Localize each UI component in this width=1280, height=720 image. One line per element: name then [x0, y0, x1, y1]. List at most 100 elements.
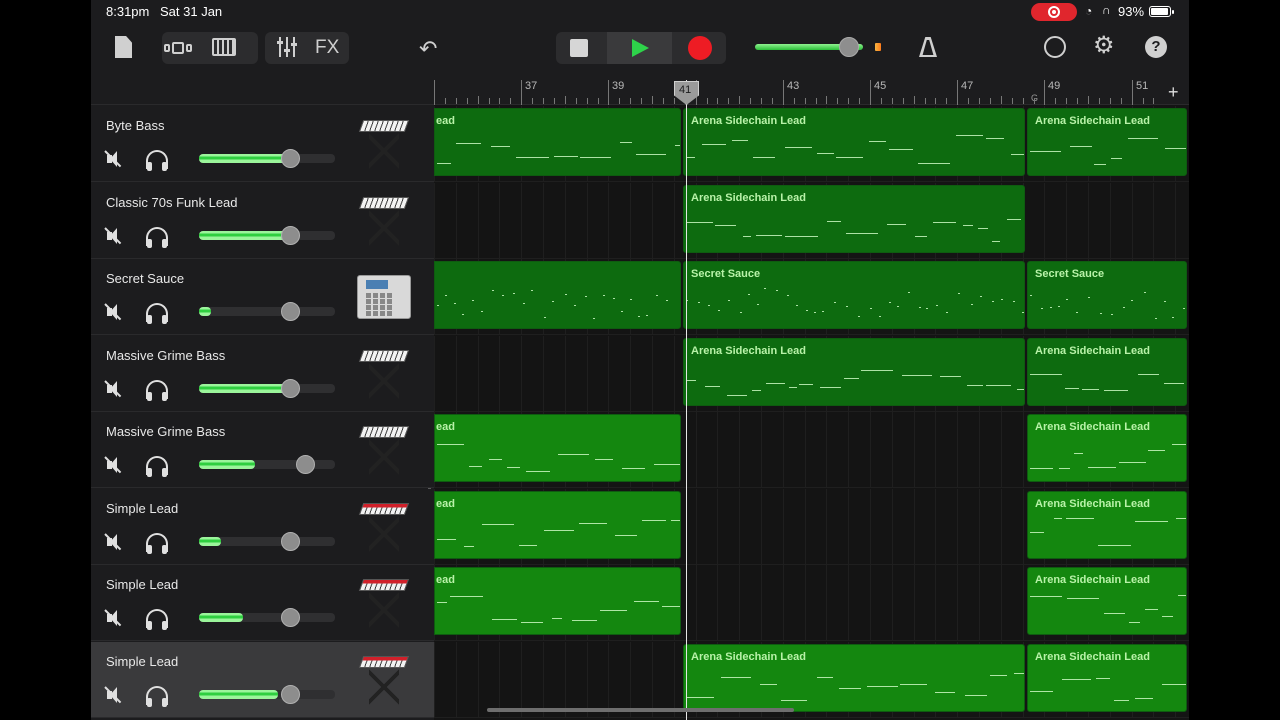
midi-region[interactable]: Arena Sidechain Lead	[683, 338, 1025, 406]
midi-region[interactable]: ead	[434, 108, 681, 176]
synth-keyboard-icon[interactable]	[357, 422, 411, 480]
track-volume-knob[interactable]	[281, 149, 300, 168]
midi-note	[1104, 613, 1125, 614]
midi-region[interactable]: Arena Sidechain Lead	[1027, 414, 1187, 482]
track-volume-knob[interactable]	[281, 608, 300, 627]
synth-keyboard-icon[interactable]	[357, 193, 411, 251]
region-notes	[684, 284, 1024, 328]
track-volume-knob[interactable]	[281, 378, 300, 398]
midi-region[interactable]: Arena Sidechain Lead	[683, 644, 1025, 712]
midi-region[interactable]: Secret Sauce	[1027, 261, 1187, 329]
track-lanes[interactable]: ead Arena Sidechain Lead Arena Sidechain L…	[434, 105, 1189, 720]
track-volume-knob[interactable]	[296, 455, 315, 474]
solo-headphones-icon[interactable]	[146, 609, 168, 630]
metronome-icon[interactable]	[919, 37, 937, 57]
midi-note	[482, 524, 514, 525]
solo-headphones-icon[interactable]	[146, 379, 168, 401]
region-label: Arena Sidechain Lead	[691, 345, 806, 357]
record-button[interactable]	[676, 32, 726, 64]
red-synth-keyboard-icon[interactable]	[357, 575, 411, 633]
fx-button[interactable]: FX	[315, 37, 339, 59]
solo-headphones-icon[interactable]	[146, 226, 168, 248]
midi-note	[636, 154, 666, 155]
track-volume-knob[interactable]	[281, 684, 300, 704]
midi-region[interactable]	[434, 261, 681, 329]
ruler-tick	[478, 96, 479, 104]
synth-keyboard-icon[interactable]	[357, 346, 411, 404]
midi-region[interactable]: Arena Sidechain Lead	[1027, 567, 1187, 635]
ruler-tick	[1099, 98, 1100, 104]
track-header[interactable]: Massive Grime Bass	[91, 412, 434, 488]
midi-note	[603, 295, 605, 296]
midi-region[interactable]: Arena Sidechain Lead	[1027, 338, 1187, 406]
midi-note	[915, 236, 927, 237]
synth-keyboard-icon[interactable]	[357, 116, 411, 174]
solo-headphones-icon[interactable]	[146, 532, 168, 554]
settings-gear-icon[interactable]: ⚙	[1093, 34, 1115, 58]
loop-browser-icon[interactable]	[1044, 36, 1066, 58]
master-volume-knob[interactable]	[839, 37, 859, 57]
midi-note	[796, 305, 798, 306]
lane-gridline	[1088, 182, 1089, 259]
solo-headphones-icon[interactable]	[146, 685, 168, 707]
midi-region[interactable]: Arena Sidechain Lead	[1027, 491, 1187, 559]
lane-gridline	[1153, 182, 1154, 259]
midi-note	[686, 697, 714, 698]
tracks-view-icon[interactable]	[164, 41, 198, 55]
midi-region[interactable]: Arena Sidechain Lead	[1027, 644, 1187, 712]
midi-note	[743, 236, 751, 237]
midi-note	[781, 700, 807, 701]
play-button[interactable]	[607, 32, 672, 64]
red-synth-keyboard-icon[interactable]	[357, 652, 411, 710]
lane-gridline	[608, 641, 609, 718]
midi-region[interactable]: ead	[434, 414, 681, 482]
midi-region[interactable]: ead	[434, 567, 681, 635]
document-icon[interactable]	[115, 36, 132, 58]
midi-note	[595, 459, 613, 460]
undo-icon[interactable]: ↶	[419, 36, 437, 62]
master-volume-slider[interactable]	[755, 37, 863, 57]
track-volume-knob[interactable]	[281, 302, 300, 321]
track-header[interactable]: Byte Bass	[91, 106, 434, 182]
help-icon[interactable]: ?	[1145, 36, 1167, 58]
midi-note	[967, 385, 983, 386]
ruler-tick	[892, 98, 893, 104]
midi-note	[834, 302, 836, 303]
midi-note	[1135, 521, 1168, 522]
track-header[interactable]: Simple Lead	[91, 565, 434, 641]
red-synth-keyboard-icon[interactable]	[357, 499, 411, 557]
midi-note	[621, 311, 623, 312]
drum-machine-icon[interactable]	[357, 269, 411, 327]
ruler-tick	[1132, 80, 1133, 105]
solo-headphones-icon[interactable]	[146, 456, 168, 477]
track-volume-knob[interactable]	[281, 531, 300, 551]
solo-headphones-icon[interactable]	[146, 150, 168, 171]
track-volume-level	[199, 536, 221, 546]
bar-ruler[interactable]: G + 3739414345474951	[434, 80, 1189, 105]
keyboard-icon[interactable]	[212, 38, 236, 56]
midi-note	[764, 288, 766, 289]
track-header[interactable]: Classic 70s Funk Lead	[91, 182, 434, 259]
mixer-icon[interactable]	[277, 37, 297, 57]
track-header[interactable]: Simple Lead	[91, 641, 434, 718]
stop-button[interactable]	[556, 32, 602, 64]
ruler-tick	[903, 98, 904, 104]
midi-region[interactable]: Secret Sauce	[683, 261, 1025, 329]
track-header[interactable]: Secret Sauce	[91, 259, 434, 335]
midi-region[interactable]: Arena Sidechain Lead	[683, 108, 1025, 176]
horizontal-scrollbar[interactable]	[487, 708, 794, 712]
lane-gridline	[1001, 412, 1002, 488]
solo-headphones-icon[interactable]	[146, 303, 168, 324]
track-volume-slider[interactable]	[199, 307, 335, 316]
track-header[interactable]: Massive Grime Bass	[91, 335, 434, 412]
track-header[interactable]: Simple Lead	[91, 488, 434, 565]
midi-region[interactable]: Arena Sidechain Lead	[1027, 108, 1187, 176]
ruler-tick	[499, 98, 500, 104]
lane-gridline	[1001, 565, 1002, 641]
midi-note	[552, 618, 562, 619]
midi-region[interactable]: ead	[434, 491, 681, 559]
track-name: Byte Bass	[106, 118, 165, 133]
add-section-button[interactable]: +	[1168, 82, 1179, 103]
midi-region[interactable]: Arena Sidechain Lead	[683, 185, 1025, 253]
track-volume-knob[interactable]	[281, 225, 300, 245]
